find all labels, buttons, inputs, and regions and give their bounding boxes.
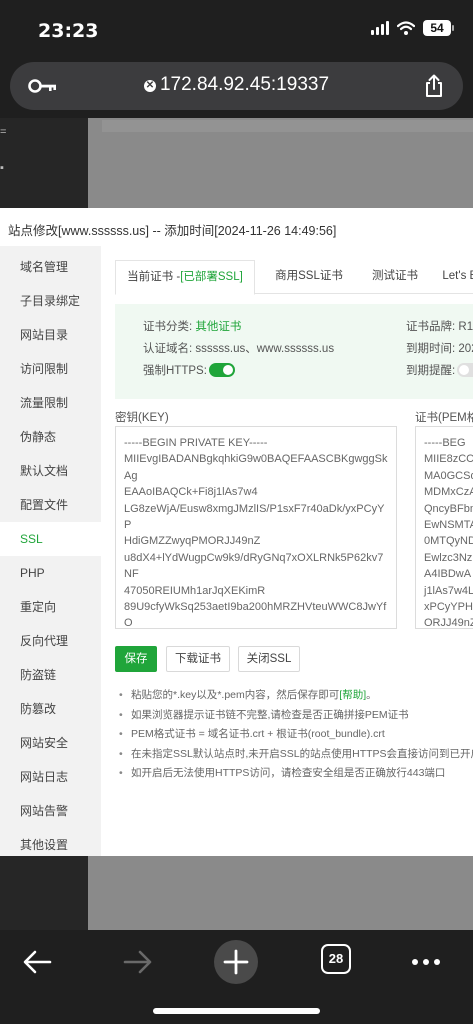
tab-current-label: 当前证书 - (127, 271, 181, 283)
force-https-toggle[interactable] (208, 363, 235, 377)
cert-expire-value: 202 (458, 343, 473, 355)
share-icon[interactable] (423, 74, 445, 98)
tip-item: 粘贴您的*.key以及*.pem内容，然后保存即可[帮助]。 (117, 686, 473, 706)
cert-category-value: 其他证书 (195, 321, 242, 333)
site-edit-modal: 站点修改[www.ssssss.us] -- 添加时间[2024-11-26 1… (0, 208, 473, 856)
pem-line: -----BEG (424, 437, 466, 449)
more-icon[interactable] (404, 940, 448, 984)
modal-sidebar: 域名管理 子目录绑定 网站目录 访问限制 流量限制 伪静态 默认文档 配置文件 … (0, 246, 101, 856)
address-bar[interactable]: ✕ 172.84.92.45:19337 (10, 62, 463, 110)
url-text: 172.84.92.45:19337 (159, 74, 330, 95)
wifi-icon (397, 21, 415, 35)
key-line: u8dX4+lYdWugpCw9k9/dRyGNq7xOXLRNk5P62kv7… (124, 551, 384, 581)
key-line: EAAoIBAQCk+Fi8j1lAs7w4 (124, 486, 258, 499)
forward-icon[interactable] (115, 940, 159, 984)
sidebar-item-logs[interactable]: 网站日志 (0, 760, 101, 794)
ssl-content: 当前证书 -[已部署SSL] 商用SSL证书 测试证书 Let's En 证书分… (101, 246, 473, 856)
pem-line: MDMxCzA (424, 486, 473, 499)
key-line: HdiGMZZwyqPMORJJ49nZ (124, 535, 261, 548)
home-indicator (153, 1008, 320, 1014)
pem-line: EwNSMTA (424, 519, 473, 532)
sidebar-item-alerts[interactable]: 网站告警 (0, 794, 101, 828)
pem-line: MIIE8zCC (424, 453, 473, 466)
cert-brand: 证书品牌: R10 (406, 318, 473, 334)
pem-line: A4IBDwA (424, 568, 472, 581)
cert-category: 证书分类: 其他证书 (143, 321, 242, 333)
pem-line: j1lAs7w4L (424, 584, 473, 597)
help-link[interactable]: [帮助] (339, 689, 366, 701)
tab-current-status: [已部署SSL] (180, 271, 243, 283)
download-cert-button[interactable]: 下载证书 (166, 646, 230, 672)
back-icon[interactable] (16, 940, 60, 984)
pem-line: MA0GCSq (424, 469, 473, 482)
tab-count-button[interactable]: 28 (321, 944, 351, 974)
tip-item: 如果浏览器提示证书链不完整,请检查是否正确拼接PEM证书 (117, 706, 473, 726)
key-label: 密钥(KEY) (115, 412, 169, 424)
tip-item: 在未指定SSL默认站点时,未开启SSL的站点使用HTTPS会直接访问到已开启 (117, 745, 473, 765)
new-tab-button[interactable] (214, 940, 258, 984)
close-ssl-button[interactable]: 关闭SSL (238, 646, 300, 672)
key-line: 89U9cfyWkSq253aetI9ba200hMRZHVteuWWC8JwY… (124, 601, 387, 629)
status-time: 23:23 (38, 20, 99, 42)
key-line: -----BEGIN PRIVATE KEY----- (124, 437, 268, 449)
key-line: MIIEvgIBADANBgkqhkiG9w0BAQEFAASCBKgwggSk… (124, 453, 388, 482)
certificate-pem-textarea[interactable]: -----BEG MIIE8zCC MA0GCSq MDMxCzA QncyBFbm Ew… (415, 426, 473, 629)
sidebar-item-site-dir[interactable]: 网站目录 (0, 318, 101, 352)
sidebar-item-security[interactable]: 网站安全 (0, 726, 101, 760)
sidebar-item-ssl[interactable]: SSL (0, 522, 101, 556)
sidebar-item-reverse-proxy[interactable]: 反向代理 (0, 624, 101, 658)
cert-expire: 到期时间: 202 (406, 340, 473, 356)
browser-address-area: ✕ 172.84.92.45:19337 (0, 58, 473, 118)
pem-line: QncyBFbm (424, 502, 473, 515)
key-line: 47050REIUMh1arJqXEKimR (124, 584, 266, 597)
force-https: 强制HTTPS: (143, 362, 235, 378)
sidebar-item-hotlink[interactable]: 防盗链 (0, 658, 101, 692)
tab-test-cert[interactable]: 测试证书 (361, 260, 429, 294)
url-display[interactable]: ✕ 172.84.92.45:19337 (10, 74, 463, 96)
tab-letsencrypt[interactable]: Let's En (433, 260, 473, 294)
sidebar-item-default-doc[interactable]: 默认文档 (0, 454, 101, 488)
tab-commercial-ssl[interactable]: 商用SSL证书 (261, 260, 357, 294)
status-icons: 54 (371, 20, 454, 36)
pem-line: 0MTQyND (424, 535, 473, 548)
sidebar-item-config[interactable]: 配置文件 (0, 488, 101, 522)
expire-remind-toggle[interactable] (457, 363, 473, 377)
sidebar-item-traffic-limit[interactable]: 流量限制 (0, 386, 101, 420)
plus-icon (223, 949, 249, 975)
cert-info-box: 证书分类: 其他证书 认证域名: ssssss.us、www.ssssss.us… (115, 304, 473, 399)
cert-domain-value: ssssss.us、www.ssssss.us (195, 343, 335, 355)
sidebar-item-redirect[interactable]: 重定向 (0, 590, 101, 624)
key-line: LG8zeWjA/Eusw8xmgJMzlIS/P1sxF7r40aDk/yxP… (124, 502, 385, 532)
cert-domain: 认证域名: ssssss.us、www.ssssss.us (143, 343, 335, 355)
pem-line: Ewlzc3Nz (424, 551, 473, 564)
save-button[interactable]: 保存 (115, 646, 157, 672)
signal-icon (371, 21, 389, 35)
tip-item: 如开启后无法使用HTTPS访问，请检查安全组是否正确放行443端口 (117, 764, 473, 784)
status-bar: 23:23 54 (0, 0, 473, 58)
sidebar-item-subdir[interactable]: 子目录绑定 (0, 284, 101, 318)
tips-list: 粘贴您的*.key以及*.pem内容，然后保存即可[帮助]。 如果浏览器提示证书… (117, 686, 473, 784)
tab-current-cert[interactable]: 当前证书 -[已部署SSL] (115, 260, 255, 295)
tip-item: PEM格式证书 = 域名证书.crt + 根证书(root_bundle).cr… (117, 725, 473, 745)
sidebar-item-other[interactable]: 其他设置 (0, 828, 101, 856)
sidebar-item-php[interactable]: PHP (0, 556, 101, 590)
clear-icon[interactable]: ✕ (143, 80, 156, 92)
expire-remind: 到期提醒: (406, 362, 473, 378)
sidebar-item-access-limit[interactable]: 访问限制 (0, 352, 101, 386)
battery-indicator: 54 (423, 20, 454, 36)
sidebar-item-domain[interactable]: 域名管理 (0, 250, 101, 284)
sidebar-item-rewrite[interactable]: 伪静态 (0, 420, 101, 454)
sidebar-item-tamper[interactable]: 防篡改 (0, 692, 101, 726)
pem-line: xPCyYPH (424, 601, 473, 614)
pem-label: 证书(PEM格式 (415, 412, 473, 424)
pem-line: ORJJ49nZ (424, 617, 473, 629)
ssl-tabs: 当前证书 -[已部署SSL] 商用SSL证书 测试证书 Let's En (115, 260, 473, 295)
cert-brand-value: R10 (458, 321, 473, 333)
private-key-textarea[interactable]: -----BEGIN PRIVATE KEY----- MIIEvgIBADANB… (115, 426, 397, 629)
modal-title: 站点修改[www.ssssss.us] -- 添加时间[2024-11-26 1… (8, 224, 337, 238)
